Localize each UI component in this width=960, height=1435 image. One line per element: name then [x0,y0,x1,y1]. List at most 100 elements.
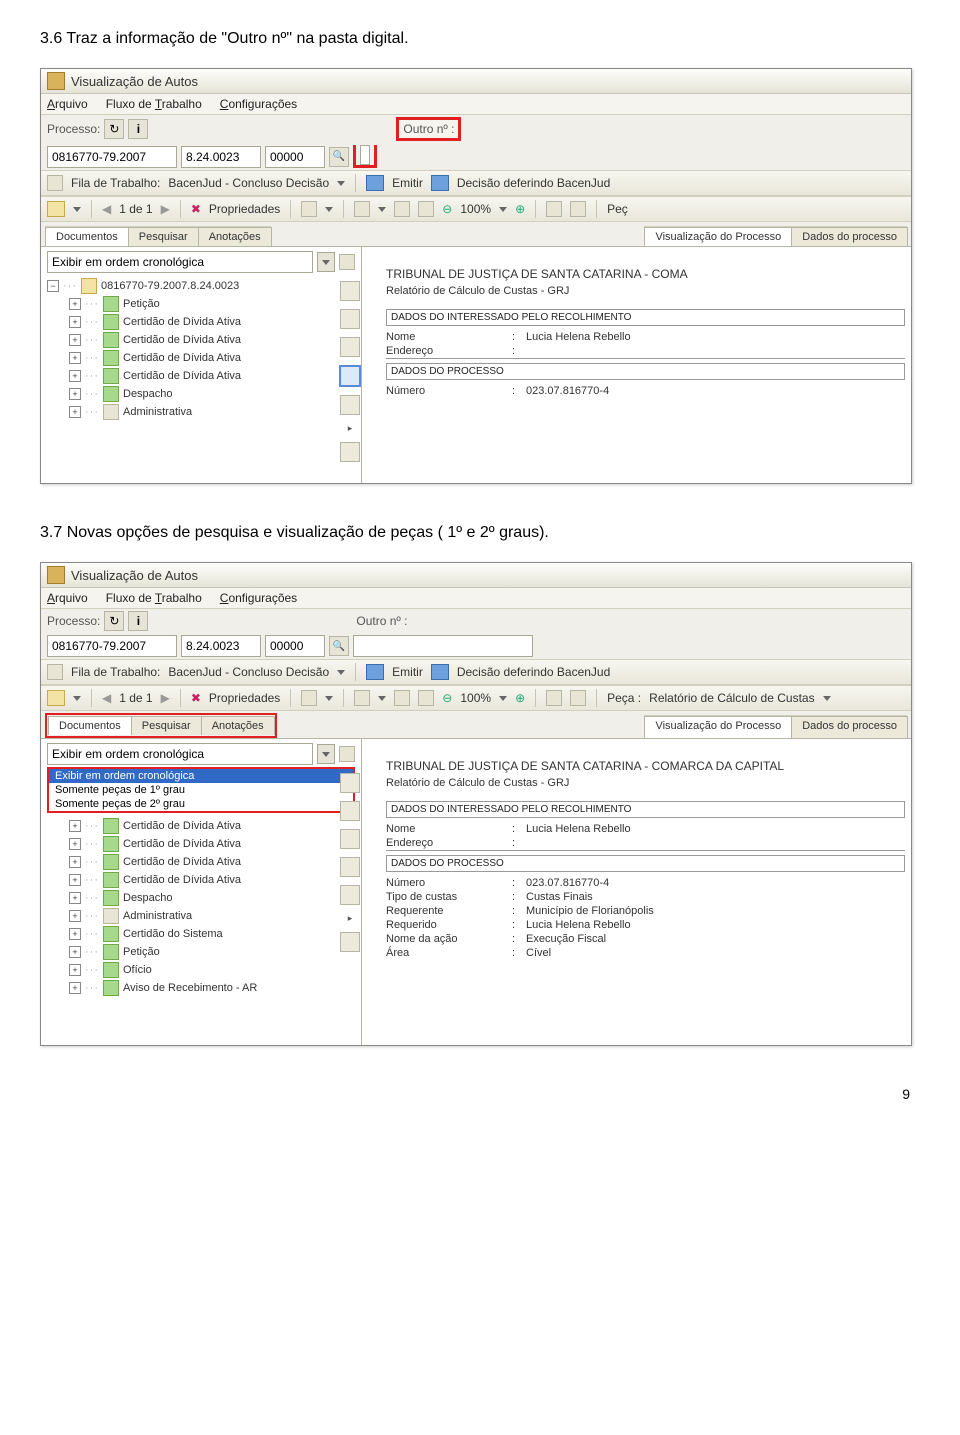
tree-item[interactable]: +···Certidão de Dívida Ativa [45,871,357,889]
zoom-icon[interactable] [354,201,370,217]
layout1-icon[interactable] [394,690,410,706]
zoom-value[interactable]: 100% [460,202,491,216]
info-icon[interactable]: i [128,611,148,631]
tree-item[interactable]: +···Certidão de Dívida Ativa [45,835,357,853]
menu-config[interactable]: Configurações [220,591,297,605]
outro-numero-field[interactable] [353,635,533,657]
dropdown-option-1[interactable]: Exibir em ordem cronológica [49,769,353,783]
emitir-label[interactable]: Emitir [392,665,423,679]
search-icon[interactable]: 🔍 [329,636,349,656]
processo-num-field[interactable]: 0816770-79.2007 [47,635,177,657]
menu-arquivo[interactable]: Arquivo [47,591,88,605]
fila-value[interactable]: BacenJud - Concluso Decisão [168,176,329,190]
tree-item[interactable]: +···Ofício [45,961,357,979]
tri-icon[interactable] [73,207,81,212]
tree-item[interactable]: +···Aviso de Recebimento - AR [45,979,357,997]
fila-dropdown-icon[interactable] [337,181,345,186]
menu-config[interactable]: Configurações [220,97,297,111]
side-icon-4[interactable] [340,857,360,877]
tab-dados[interactable]: Dados do processo [791,227,908,246]
tree-item[interactable]: +···Certidão de Dívida Ativa [45,853,357,871]
tab-visualizacao[interactable]: Visualização do Processo [644,716,792,738]
zoom-value[interactable]: 100% [460,691,491,705]
tab-dados[interactable]: Dados do processo [791,716,908,738]
tree-item[interactable]: +···Administrativa [45,403,357,421]
info-icon[interactable]: i [128,119,148,139]
side-icon-2[interactable] [340,309,360,329]
tab-documentos[interactable]: Documentos [45,227,129,246]
emitir-label[interactable]: Emitir [392,176,423,190]
zoom-in-icon[interactable]: ⊕ [515,202,525,216]
properties-button[interactable]: Propriedades [209,691,280,705]
fila-value[interactable]: BacenJud - Concluso Decisão [168,665,329,679]
combo-dropdown-icon[interactable] [317,744,335,764]
combo-dropdown-icon[interactable] [317,252,335,272]
hand-icon[interactable] [301,690,317,706]
order-combo[interactable]: Exibir em ordem cronológica [47,743,313,765]
tab-anotacoes[interactable]: Anotações [198,227,272,246]
tab-anotacoes[interactable]: Anotações [201,716,275,735]
tree-item[interactable]: +···Despacho [45,889,357,907]
move-doc-icon[interactable] [570,201,586,217]
folder-icon[interactable] [47,690,65,706]
layout2-icon[interactable] [418,690,434,706]
tree-item[interactable]: +···Certidão de Dívida Ativa [45,817,357,835]
decisao-label[interactable]: Decisão deferindo BacenJud [457,176,610,190]
tree-item[interactable]: +···Petição [45,943,357,961]
tree-item[interactable]: +···Certidão do Sistema [45,925,357,943]
folder-icon[interactable] [47,201,65,217]
tree-item[interactable]: +···Certidão de Dívida Ativa [45,313,357,331]
side-icon-1[interactable] [340,281,360,301]
layout1-icon[interactable] [394,201,410,217]
tree-item[interactable]: +···Despacho [45,385,357,403]
next-page-icon[interactable]: ▶ [161,202,170,216]
refresh-list-icon[interactable] [339,746,355,762]
refresh-list-icon[interactable] [339,254,355,270]
side-icon-4-selected[interactable] [339,365,361,387]
outro-numero-field[interactable] [360,145,370,165]
menu-fluxo[interactable]: Fluxo de Trabalho [106,591,202,605]
tab-pesquisar[interactable]: Pesquisar [131,716,202,735]
side-icon-6[interactable] [340,932,360,952]
tab-visualizacao[interactable]: Visualização do Processo [644,227,792,246]
refresh-icon[interactable]: ↻ [104,119,124,139]
side-icon-3[interactable] [340,337,360,357]
side-icon-5[interactable] [340,395,360,415]
tree-item[interactable]: +···Certidão de Dívida Ativa [45,367,357,385]
prev-page-icon[interactable]: ◀ [102,691,111,705]
processo-field-3[interactable]: 00000 [265,635,325,657]
side-icon-6[interactable] [340,442,360,462]
new-doc-icon[interactable] [546,690,562,706]
processo-field-3[interactable]: 00000 [265,146,325,168]
search-icon[interactable]: 🔍 [329,147,349,167]
next-page-icon[interactable]: ▶ [161,691,170,705]
hand-icon[interactable] [301,201,317,217]
decisao-label[interactable]: Decisão deferindo BacenJud [457,665,610,679]
side-icon-5[interactable] [340,885,360,905]
tab-pesquisar[interactable]: Pesquisar [128,227,199,246]
tree-item[interactable]: +···Administrativa [45,907,357,925]
dropdown-option-2[interactable]: Somente peças de 1º grau [49,783,353,797]
processo-field-2[interactable]: 8.24.0023 [181,146,261,168]
move-doc-icon[interactable] [570,690,586,706]
prev-page-icon[interactable]: ◀ [102,202,111,216]
tree-item[interactable]: +···Petição [45,295,357,313]
processo-field-2[interactable]: 8.24.0023 [181,635,261,657]
new-doc-icon[interactable] [546,201,562,217]
side-icon-2[interactable] [340,801,360,821]
side-icon-1[interactable] [340,773,360,793]
dropdown-option-3[interactable]: Somente peças de 2º grau [49,797,353,811]
order-combo[interactable]: Exibir em ordem cronológica [47,251,313,273]
tab-documentos[interactable]: Documentos [48,716,132,735]
zoom-in-icon[interactable]: ⊕ [515,691,525,705]
menu-fluxo[interactable]: Fluxo de Trabalho [106,97,202,111]
peca-value[interactable]: Relatório de Cálculo de Custas [649,691,814,705]
layout2-icon[interactable] [418,201,434,217]
menu-arquivo[interactable]: Arquivo [47,97,88,111]
zoom-out-icon[interactable]: ⊖ [442,691,452,705]
side-icon-3[interactable] [340,829,360,849]
processo-num-field[interactable]: 0816770-79.2007 [47,146,177,168]
properties-button[interactable]: Propriedades [209,202,280,216]
zoom-icon[interactable] [354,690,370,706]
refresh-icon[interactable]: ↻ [104,611,124,631]
